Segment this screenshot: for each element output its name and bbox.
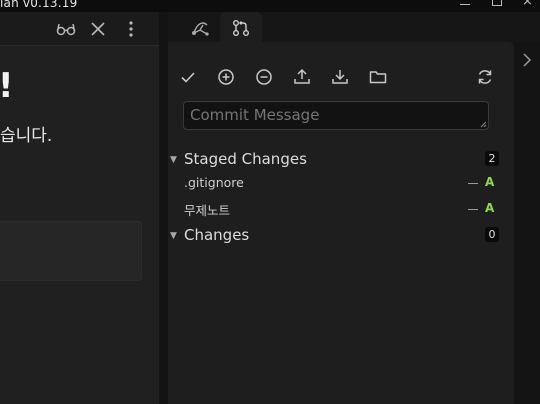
git-branch-icon: [232, 19, 250, 37]
chevron-right-icon[interactable]: [522, 52, 532, 68]
editor-header: [0, 12, 159, 46]
document-heading: !: [0, 66, 14, 106]
right-ribbon: [514, 42, 540, 404]
collapse-triangle-icon[interactable]: ▼: [170, 155, 177, 165]
staged-changes-header[interactable]: Staged Changes: [184, 150, 307, 168]
tab-graph[interactable]: [186, 16, 214, 40]
changes-count-badge: 0: [485, 227, 499, 242]
window-close-icon[interactable]: ×: [522, 0, 533, 8]
staged-count-badge: 2: [485, 151, 499, 166]
open-folder-icon[interactable]: [368, 67, 388, 87]
tab-source-control[interactable]: [220, 12, 262, 42]
glasses-icon[interactable]: [56, 22, 76, 36]
document-callout-block: [0, 221, 142, 281]
resize-grip-icon[interactable]: [480, 121, 487, 128]
graph-icon: [191, 19, 211, 37]
push-upload-icon[interactable]: [292, 67, 312, 87]
maximize-icon[interactable]: [492, 0, 502, 6]
changes-header[interactable]: Changes: [184, 226, 249, 244]
staged-file-name[interactable]: 무제노트: [184, 200, 230, 219]
source-control-panel: [168, 42, 514, 404]
staged-file-name[interactable]: .gitignore: [184, 175, 244, 190]
close-icon[interactable]: [91, 22, 105, 36]
commit-message-input[interactable]: [183, 101, 489, 130]
stage-all-plus-icon[interactable]: [216, 67, 236, 87]
pull-download-icon[interactable]: [330, 67, 350, 87]
commit-check-icon[interactable]: [178, 67, 198, 87]
file-status-added: A: [485, 175, 495, 189]
document-text: 습니다.: [0, 126, 53, 146]
collapse-triangle-icon[interactable]: ▼: [170, 231, 177, 241]
unstage-all-minus-icon[interactable]: [254, 67, 274, 87]
more-vertical-icon[interactable]: [128, 20, 134, 38]
minimize-icon[interactable]: [460, 0, 470, 5]
unstage-dash-icon[interactable]: [468, 183, 478, 184]
title-bar: [0, 0, 540, 12]
pane-divider[interactable]: [159, 12, 168, 404]
unstage-dash-icon[interactable]: [468, 209, 478, 210]
refresh-icon[interactable]: [475, 67, 495, 87]
file-status-added: A: [485, 201, 495, 215]
editor-pane: [0, 12, 159, 404]
window-title: ian v0.13.19: [0, 0, 78, 10]
